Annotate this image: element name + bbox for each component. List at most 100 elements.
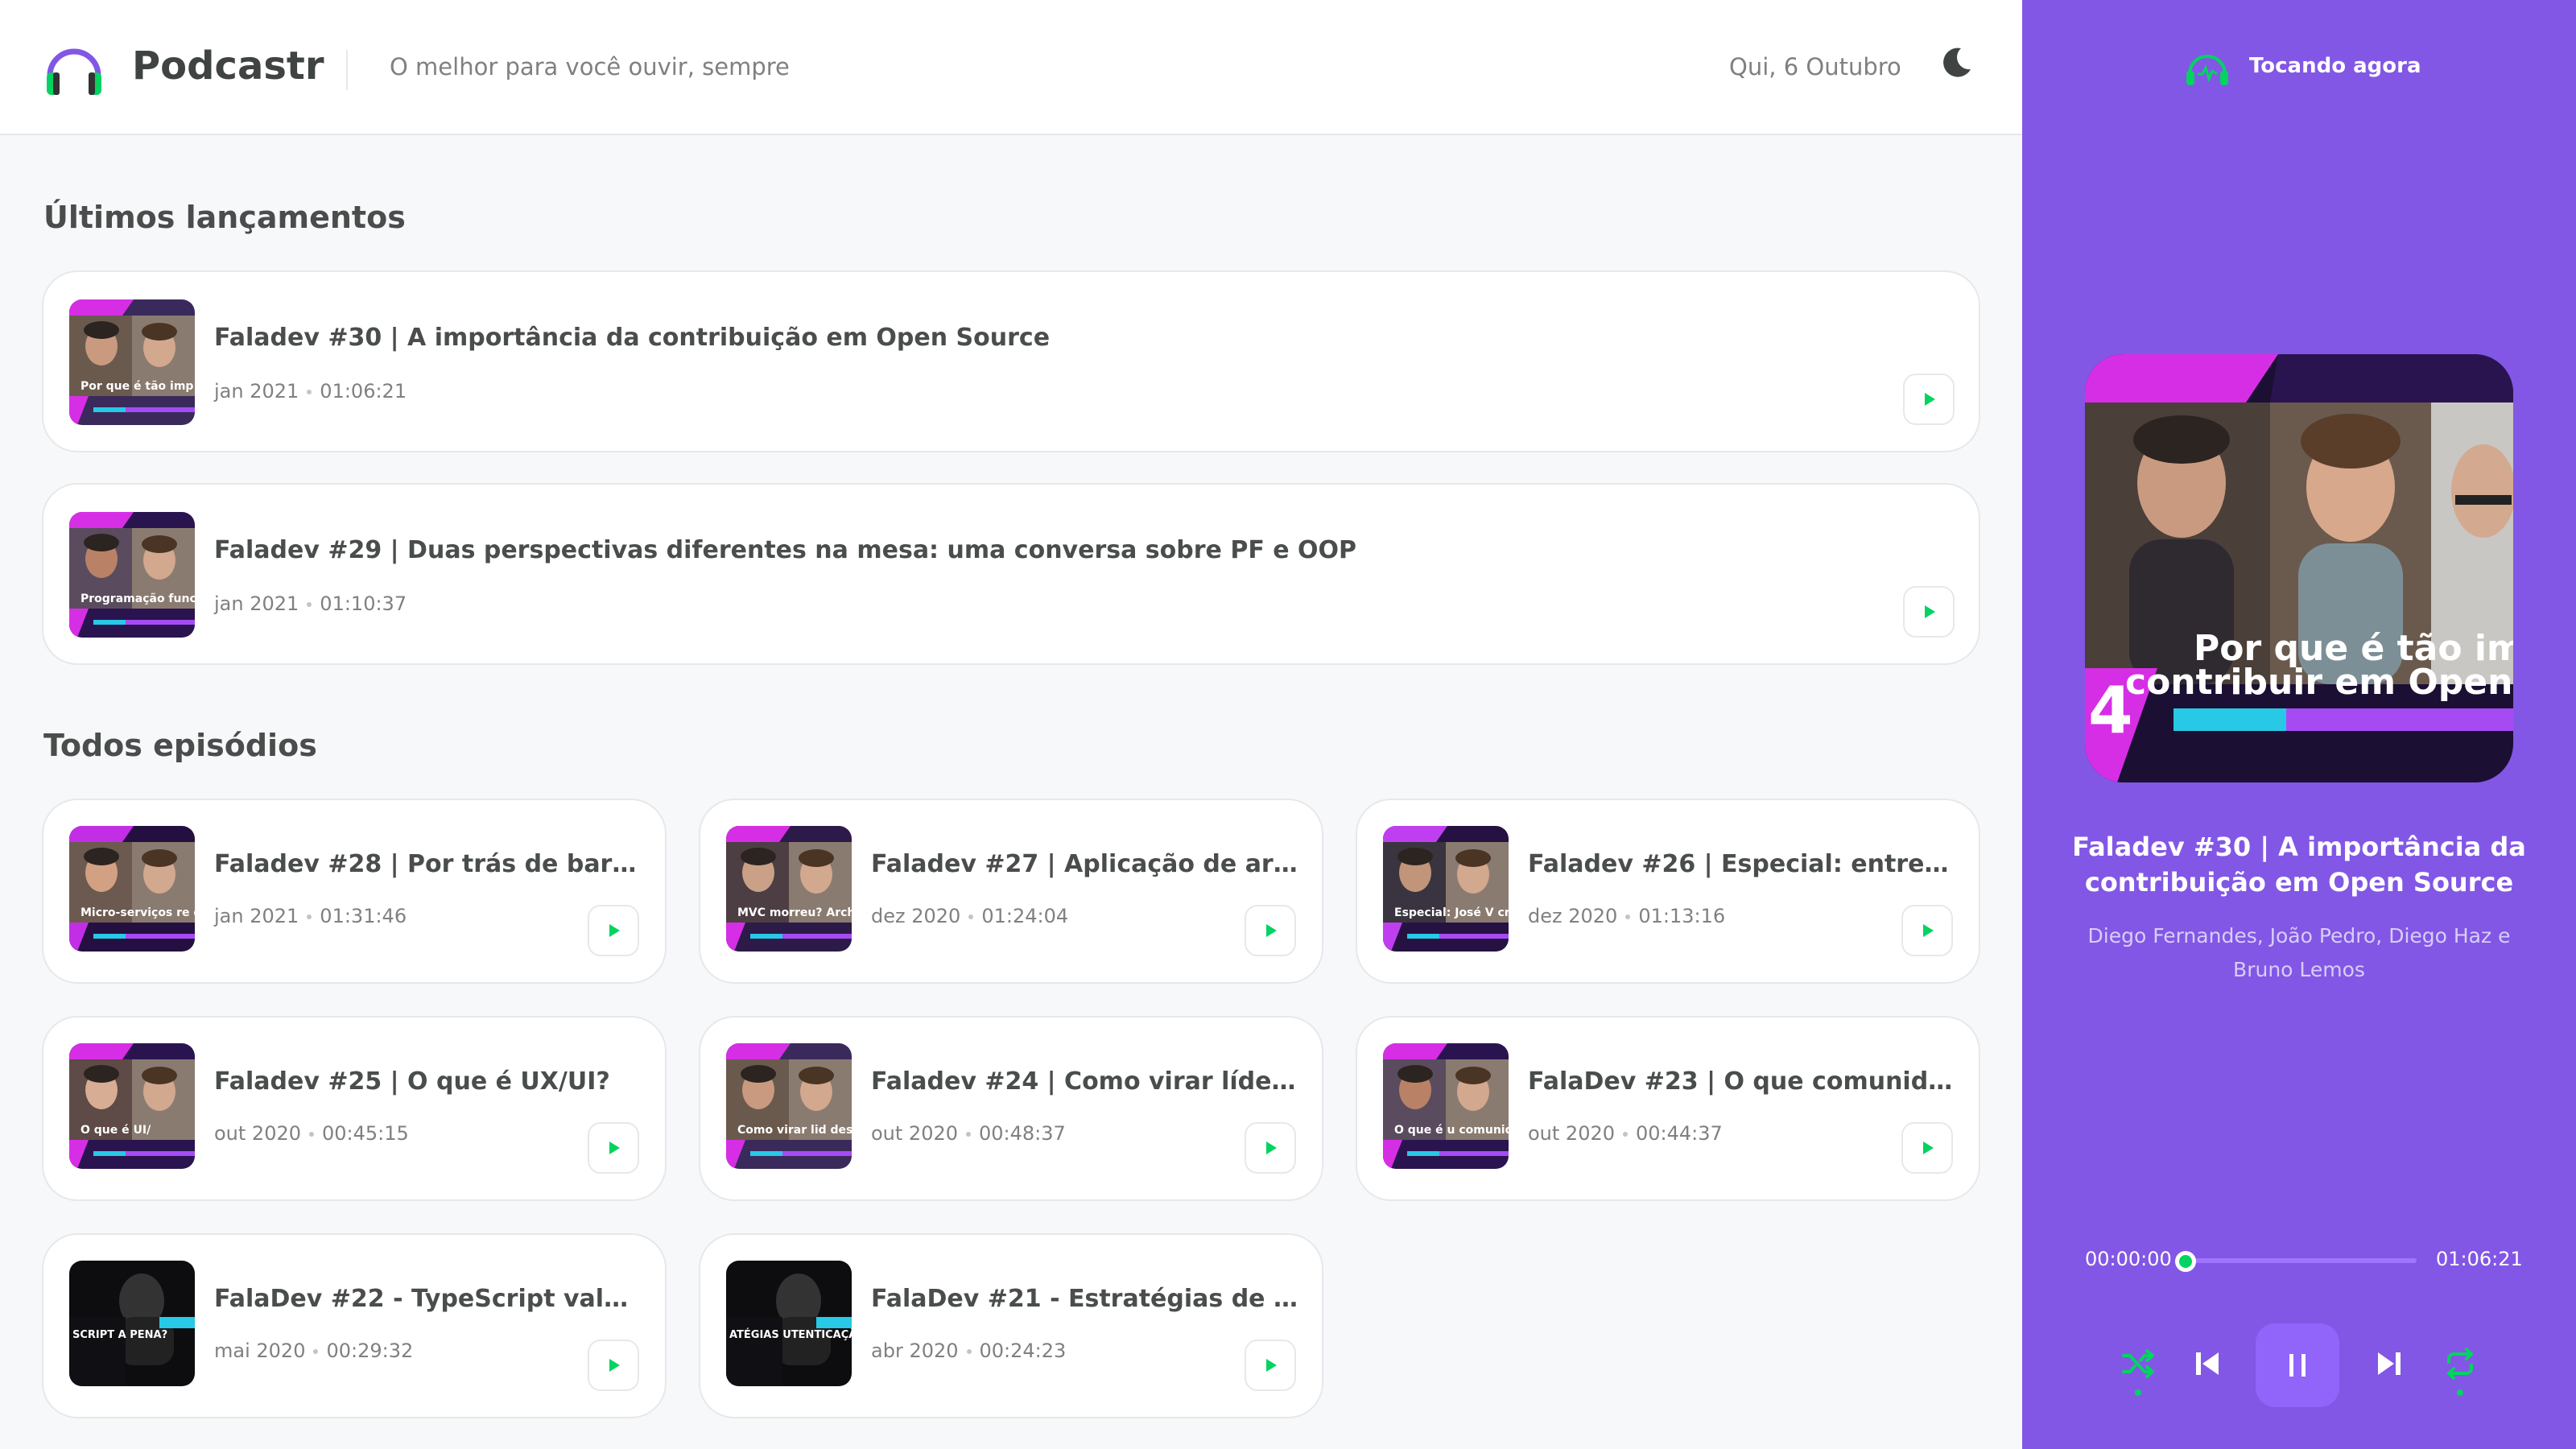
play-icon (1266, 924, 1277, 937)
thumb-caption: Especial: José V criador do (1394, 906, 1509, 919)
episode-thumbnail[interactable]: O que é UI/ (69, 1043, 195, 1169)
play-icon (1923, 1141, 1934, 1154)
previous-icon (2196, 1352, 2219, 1375)
episode-duration: 00:44:37 (1636, 1122, 1723, 1145)
player-episode-members: Diego Fernandes, João Pedro, Diego Haz e… (2087, 924, 2511, 981)
play-episode-button[interactable] (588, 905, 639, 956)
episode-date: mai 2020 (214, 1340, 306, 1362)
player-episode-title: Faladev #30 | A importância da contribui… (2072, 832, 2526, 898)
episode-date: out 2020 (1528, 1122, 1616, 1145)
episode-duration: 01:06:21 (320, 380, 407, 402)
play-episode-button[interactable] (1245, 1340, 1296, 1391)
play-episode-button[interactable] (1903, 374, 1955, 425)
thumb-caption: Micro-serviços re o que me (80, 906, 195, 919)
play-icon (609, 1359, 620, 1372)
episode-duration: 01:10:37 (320, 592, 407, 615)
episode-title-link[interactable]: Faladev #24 | Como virar líder de ... (871, 1067, 1298, 1096)
episode-card[interactable]: Especial: José V criador do Faladev #26 … (1356, 799, 1980, 984)
progress-slider[interactable] (2183, 1258, 2417, 1263)
episode-thumbnail[interactable]: Por que é tão imp contribuir em Open S (69, 299, 195, 425)
episode-card[interactable]: SCRIPT A PENA? FalaDev #22 - TypeScript … (42, 1233, 667, 1418)
now-playing-header: Tocando agora (2183, 47, 2421, 85)
play-episode-button[interactable] (1903, 586, 1955, 638)
episode-date: abr 2020 (871, 1340, 959, 1362)
header-date: Qui, 6 Outubro (1729, 53, 1901, 80)
play-icon (609, 924, 620, 937)
play-episode-button[interactable] (1901, 1122, 1953, 1174)
play-episode-button[interactable] (588, 1122, 639, 1174)
shuffle-icon (2122, 1349, 2154, 1378)
episode-date: out 2020 (214, 1122, 302, 1145)
episode-thumbnail[interactable]: SCRIPT A PENA? (69, 1261, 195, 1386)
episode-thumbnail[interactable]: Especial: José V criador do (1383, 826, 1509, 952)
episode-title-link[interactable]: FalaDev #23 | O que comunidades ... (1528, 1067, 1955, 1096)
episode-card[interactable]: Como virar lid desenvolvime Faladev #24 … (699, 1016, 1323, 1201)
episode-meta: jan 2021 01:06:21 (214, 380, 407, 402)
thumb-caption: ATÉGIAS UTENTICAÇÃO OAUTH, (729, 1328, 852, 1341)
episode-thumbnail[interactable]: ATÉGIAS UTENTICAÇÃO OAUTH, (726, 1261, 852, 1386)
episode-title-link[interactable]: FalaDev #21 - Estratégias de auten... (871, 1285, 1298, 1313)
repeat-active-dot (2457, 1389, 2463, 1396)
play-episode-button[interactable] (1901, 905, 1953, 956)
episode-title-link[interactable]: Faladev #26 | Especial: entrevista e... (1528, 850, 1955, 878)
headphones-playing-icon (2186, 55, 2228, 85)
cover-caption-2: contribuir em Open S (2125, 662, 2513, 703)
current-time: 00:00:00 (2085, 1248, 2172, 1270)
episode-thumbnail[interactable]: MVC morreu? Architecture e (726, 826, 852, 952)
play-episode-button[interactable] (1245, 1122, 1296, 1174)
play-icon (609, 1141, 620, 1154)
moon-icon[interactable] (1938, 45, 1974, 80)
thumb-caption: Como virar lid desenvolvime (737, 1124, 852, 1137)
episode-duration: 01:13:16 (1638, 905, 1726, 927)
progress-handle[interactable] (2175, 1251, 2196, 1272)
play-episode-button[interactable] (1245, 905, 1296, 956)
episode-thumbnail[interactable]: O que é u comunida (1383, 1043, 1509, 1169)
episode-meta: out 2020 00:48:37 (871, 1122, 1066, 1145)
app-header: Podcastr O melhor para você ouvir, sempr… (0, 0, 2022, 135)
thumb-caption: Programação funcion devs orientados a o (80, 592, 195, 605)
thumb-caption: O que é u comunida (1394, 1124, 1509, 1137)
episode-duration: 00:45:15 (322, 1122, 409, 1145)
episode-thumbnail[interactable]: Programação funcion devs orientados a o (69, 512, 195, 638)
episode-thumbnail[interactable]: Micro-serviços re o que me (69, 826, 195, 952)
thumb-caption: SCRIPT A PENA? (72, 1329, 167, 1341)
episode-meta: abr 2020 00:24:23 (871, 1340, 1066, 1362)
next-icon (2378, 1352, 2401, 1375)
play-icon (1266, 1359, 1277, 1372)
episode-title-link[interactable]: Faladev #27 | Aplicação de arquite... (871, 850, 1298, 878)
episode-card[interactable]: MVC morreu? Architecture e Faladev #27 |… (699, 799, 1323, 984)
episode-title-link[interactable]: Faladev #28 | Por trás de barreiras... (214, 850, 641, 878)
episode-meta: jan 2021 01:10:37 (214, 592, 407, 615)
repeat-button[interactable] (2438, 1341, 2483, 1386)
pause-button[interactable] (2256, 1323, 2339, 1407)
play-icon (1923, 924, 1934, 937)
next-button[interactable] (2367, 1341, 2412, 1386)
episode-card[interactable]: Micro-serviços re o que me Faladev #28 |… (42, 799, 667, 984)
episode-title-link[interactable]: Faladev #30 | A importância da contribui… (214, 324, 1905, 352)
episode-title-link[interactable]: Faladev #25 | O que é UX/UI? (214, 1067, 641, 1096)
latest-episode-card[interactable]: Programação funcion devs orientados a o … (42, 483, 1980, 665)
player-panel: Tocando agora 4 Por que é tão imp contri… (2022, 0, 2576, 1449)
episode-meta: dez 2020 01:13:16 (1528, 905, 1725, 927)
episode-title-link[interactable]: Faladev #29 | Duas perspectivas diferent… (214, 536, 1905, 564)
episode-duration: 01:31:46 (320, 905, 407, 927)
previous-button[interactable] (2185, 1341, 2230, 1386)
episode-card[interactable]: O que é UI/ Faladev #25 | O que é UX/UI?… (42, 1016, 667, 1201)
episode-thumbnail[interactable]: Como virar lid desenvolvime (726, 1043, 852, 1169)
episode-card[interactable]: O que é u comunida FalaDev #23 | O que c… (1356, 1016, 1980, 1201)
thumb-caption: MVC morreu? Architecture e (737, 906, 852, 919)
episode-title-link[interactable]: FalaDev #22 - TypeScript vale a pe... (214, 1285, 641, 1313)
shuffle-button[interactable] (2116, 1341, 2161, 1386)
brand-name: Podcastr (132, 43, 324, 89)
play-episode-button[interactable] (588, 1340, 639, 1391)
episode-duration: 00:48:37 (979, 1122, 1066, 1145)
main-area: Podcastr O melhor para você ouvir, sempr… (0, 0, 2022, 1449)
total-time: 01:06:21 (2436, 1248, 2523, 1270)
episode-duration: 01:24:04 (981, 905, 1069, 927)
pause-icon (2289, 1354, 2306, 1377)
play-icon (1266, 1141, 1277, 1154)
episode-card[interactable]: ATÉGIAS UTENTICAÇÃO OAUTH, FalaDev #21 -… (699, 1233, 1323, 1418)
episode-meta: mai 2020 00:29:32 (214, 1340, 413, 1362)
thumb-caption: O que é UI/ (80, 1124, 151, 1137)
latest-episode-card[interactable]: Por que é tão imp contribuir em Open S F… (42, 270, 1980, 452)
